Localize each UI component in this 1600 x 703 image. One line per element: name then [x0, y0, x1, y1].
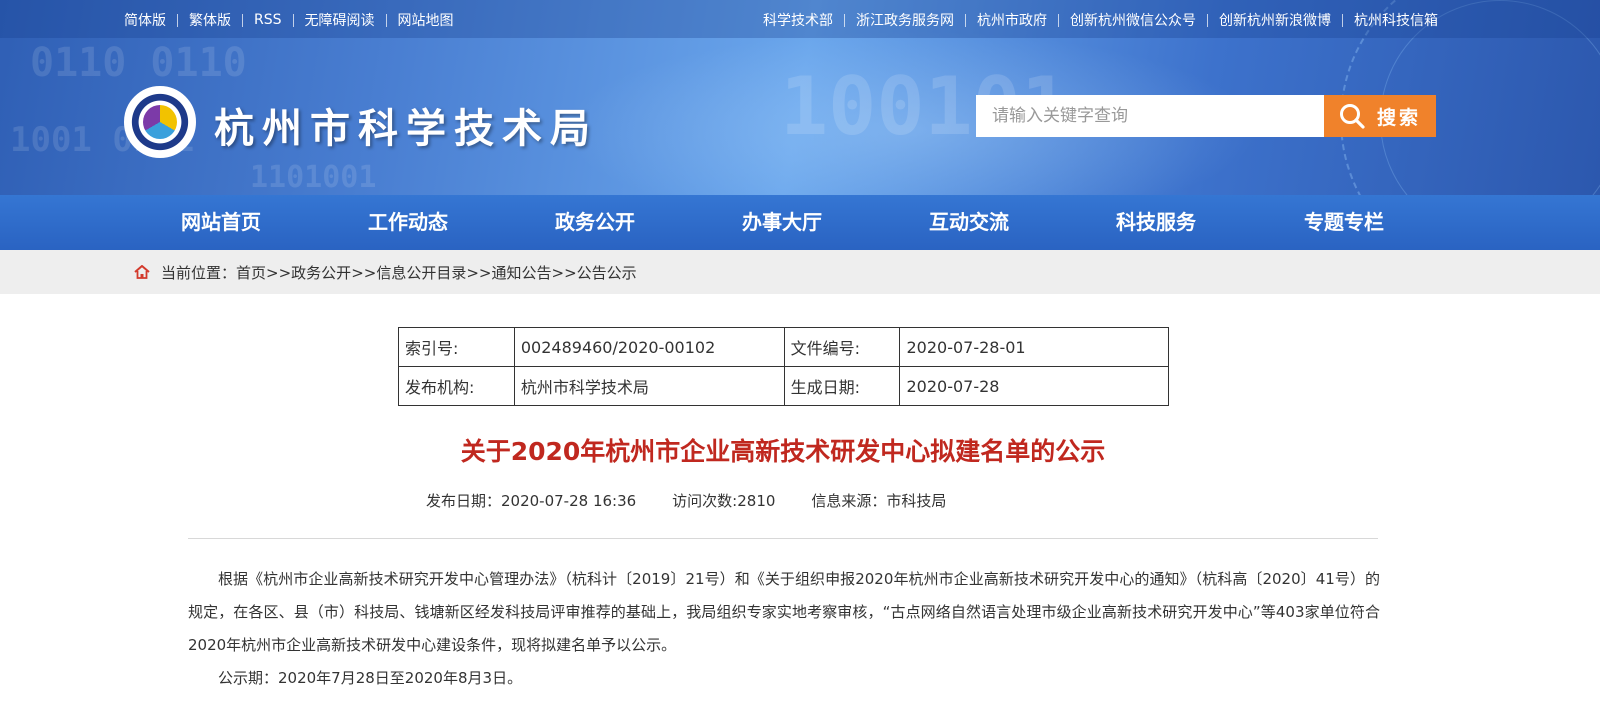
top-utility-bar: 简体版 繁体版 RSS 无障碍阅读 网站地图 科学技术部 浙江政务服务网 杭州市…: [0, 0, 1600, 38]
separator: [1207, 13, 1208, 27]
meta-label-created-date: 生成日期:: [783, 366, 901, 406]
separator: [385, 13, 387, 27]
table-row: 索引号: 002489460/2020-00102 文件编号: 2020-07-…: [398, 327, 1169, 367]
link-accessibility[interactable]: 无障碍阅读: [305, 10, 375, 30]
article-paragraph: 公示期：2020年7月28日至2020年8月3日。: [218, 669, 523, 687]
nav-service-hall[interactable]: 办事大厅: [721, 195, 843, 250]
separator: [292, 13, 294, 27]
link-weibo[interactable]: 创新杭州新浪微博: [1219, 10, 1331, 30]
article-info: 发布日期：2020-07-28 16:36 访问次数:2810 信息来源：市科技局: [426, 490, 946, 511]
link-sitemap[interactable]: 网站地图: [398, 10, 454, 30]
visit-count: 访问次数:2810: [672, 492, 776, 510]
search-input[interactable]: [976, 95, 1324, 137]
article-title: 关于2020年杭州市企业高新技术研发中心拟建名单的公示: [460, 437, 1106, 466]
publish-date: 发布日期：2020-07-28 16:36: [426, 492, 637, 510]
meta-value-doc-number: 2020-07-28-01: [899, 327, 1169, 367]
link-rss[interactable]: RSS: [254, 12, 282, 28]
breadcrumb-label: 当前位置：: [161, 264, 237, 282]
breadcrumb-gov-affairs[interactable]: 政务公开: [291, 264, 351, 282]
search-button[interactable]: 搜索: [1324, 95, 1436, 137]
search-button-label: 搜索: [1376, 106, 1421, 129]
divider: [188, 538, 1378, 539]
nav-work-news[interactable]: 工作动态: [347, 195, 469, 250]
binary-decoration: 1101001: [250, 160, 377, 195]
meta-label-publisher: 发布机构:: [398, 366, 515, 406]
logo-emblem-icon: [143, 105, 177, 139]
breadcrumb-separator: >>: [466, 264, 492, 282]
separator: [965, 13, 966, 27]
breadcrumb-separator: >>: [551, 264, 577, 282]
nav-tech-service[interactable]: 科技服务: [1095, 195, 1217, 250]
nav-home[interactable]: 网站首页: [160, 195, 282, 250]
breadcrumb-separator: >>: [266, 264, 292, 282]
document-meta-table: 索引号: 002489460/2020-00102 文件编号: 2020-07-…: [398, 327, 1169, 406]
link-wechat[interactable]: 创新杭州微信公众号: [1070, 10, 1196, 30]
home-icon: [134, 265, 150, 279]
binary-decoration: 0110 0110: [30, 40, 247, 86]
main-nav: 网站首页 工作动态 政务公开 办事大厅 互动交流 科技服务 专题专栏: [0, 195, 1600, 250]
meta-value-index: 002489460/2020-00102: [513, 327, 785, 367]
link-simplified[interactable]: 简体版: [124, 10, 166, 30]
search-icon: [1339, 104, 1365, 129]
site-header: 0110 0110 1001 0101 1101001 100101 简体版 繁…: [0, 0, 1600, 195]
separator: [1058, 13, 1059, 27]
link-hz-gov[interactable]: 杭州市政府: [977, 10, 1047, 30]
separator: [1342, 13, 1343, 27]
link-zj-gov-service[interactable]: 浙江政务服务网: [856, 10, 954, 30]
nav-interaction[interactable]: 互动交流: [908, 195, 1030, 250]
link-traditional[interactable]: 繁体版: [189, 10, 231, 30]
breadcrumb-notices[interactable]: 通知公告: [491, 264, 551, 282]
article-paragraph: 根据《杭州市企业高新技术研究开发中心管理办法》（杭科计〔2019〕21号）和《关…: [188, 570, 1380, 654]
info-source: 信息来源：市科技局: [811, 492, 947, 510]
meta-label-index: 索引号:: [398, 327, 515, 367]
separator: [844, 13, 845, 27]
link-most[interactable]: 科学技术部: [763, 10, 833, 30]
breadcrumb-info-catalog[interactable]: 信息公开目录: [376, 264, 466, 282]
topbar-right-links: 科学技术部 浙江政务服务网 杭州市政府 创新杭州微信公众号 创新杭州新浪微博 杭…: [763, 10, 1438, 30]
separator: [177, 13, 178, 27]
table-row: 发布机构: 杭州市科学技术局 生成日期: 2020-07-28: [398, 366, 1169, 406]
breadcrumb-separator: >>: [351, 264, 377, 282]
breadcrumb-home[interactable]: 首页: [236, 264, 266, 282]
meta-label-doc-number: 文件编号:: [783, 327, 901, 367]
site-logo[interactable]: [124, 86, 196, 158]
breadcrumb-announcements[interactable]: 公告公示: [577, 264, 637, 282]
link-mailbox[interactable]: 杭州科技信箱: [1354, 10, 1438, 30]
site-title[interactable]: 杭州市科学技术局: [214, 96, 598, 154]
breadcrumb-trail: 当前位置：首页>>政务公开>>信息公开目录>>通知公告>>公告公示: [161, 262, 637, 283]
article-body: 根据《杭州市企业高新技术研究开发中心管理办法》（杭科计〔2019〕21号）和《关…: [188, 563, 1380, 695]
meta-value-created-date: 2020-07-28: [899, 366, 1169, 406]
meta-value-publisher: 杭州市科学技术局: [513, 366, 785, 406]
nav-gov-affairs[interactable]: 政务公开: [534, 195, 656, 250]
separator: [242, 13, 243, 27]
nav-special-topics[interactable]: 专题专栏: [1283, 195, 1405, 250]
breadcrumb: 当前位置：首页>>政务公开>>信息公开目录>>通知公告>>公告公示: [0, 250, 1600, 294]
topbar-left-links: 简体版 繁体版 RSS 无障碍阅读 网站地图: [124, 10, 454, 30]
